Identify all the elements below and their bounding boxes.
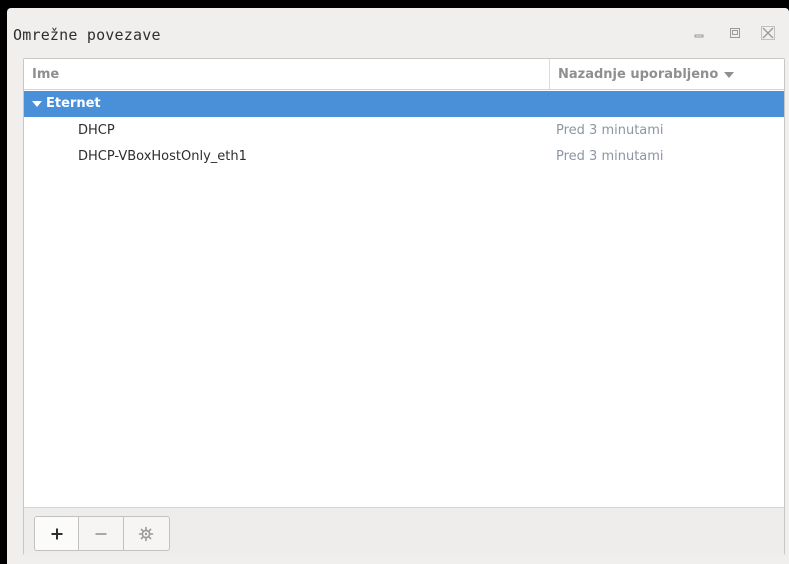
close-icon xyxy=(761,26,775,40)
column-header-last-used-label: Nazadnje uporabljeno xyxy=(558,67,719,82)
minus-icon xyxy=(95,532,107,535)
connection-last-used: Pred 3 minutami xyxy=(556,149,664,164)
remove-connection-button[interactable] xyxy=(79,517,124,550)
maximize-icon xyxy=(730,28,740,38)
toolbar-button-group xyxy=(34,516,170,551)
maximize-button[interactable] xyxy=(726,24,744,42)
window-title: Omrežne povezave xyxy=(13,26,161,44)
plus-icon xyxy=(51,528,63,539)
edit-connection-button[interactable] xyxy=(124,517,169,550)
group-label: Eternet xyxy=(46,96,101,111)
sort-descending-icon xyxy=(724,71,735,78)
column-header-last-used[interactable]: Nazadnje uporabljeno xyxy=(558,67,735,82)
connection-last-used: Pred 3 minutami xyxy=(556,123,664,138)
expander-arrow-icon[interactable] xyxy=(32,101,42,107)
titlebar[interactable]: Omrežne povezave xyxy=(7,8,789,52)
connection-name: DHCP xyxy=(78,123,115,138)
connection-name: DHCP-VBoxHostOnly_eth1 xyxy=(78,149,247,164)
column-header-name[interactable]: Ime xyxy=(32,67,59,82)
connections-list: Ime Nazadnje uporabljeno Eternet DHCP Pr… xyxy=(23,58,785,555)
gear-icon xyxy=(139,526,154,541)
column-divider[interactable] xyxy=(549,59,550,90)
connection-row[interactable]: DHCP Pred 3 minutami xyxy=(24,118,784,143)
minimize-icon xyxy=(694,34,704,38)
group-row-ethernet[interactable]: Eternet xyxy=(24,91,784,117)
window-frame: Omrežne povezave Ime Nazadnje uporabljen… xyxy=(7,8,789,564)
add-connection-button[interactable] xyxy=(35,517,80,550)
list-toolbar xyxy=(24,507,784,555)
window: Omrežne povezave Ime Nazadnje uporabljen… xyxy=(0,0,789,564)
list-header: Ime Nazadnje uporabljeno xyxy=(24,59,784,90)
connection-row[interactable]: DHCP-VBoxHostOnly_eth1 Pred 3 minutami xyxy=(24,144,784,169)
minimize-button[interactable] xyxy=(690,24,708,42)
close-button[interactable] xyxy=(759,24,777,42)
